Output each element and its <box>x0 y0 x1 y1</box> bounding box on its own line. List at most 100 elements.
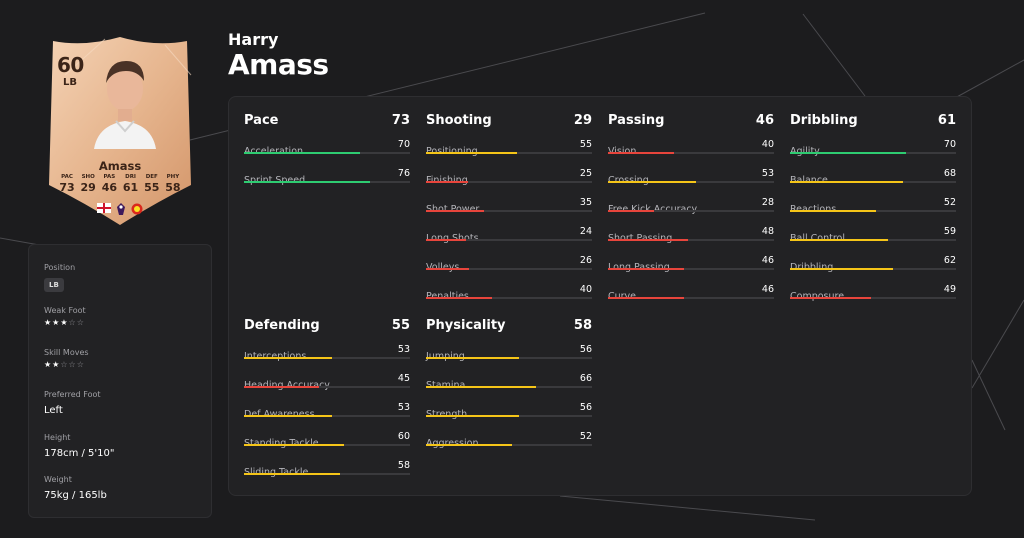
card-stat-label: PAS <box>103 174 116 180</box>
stat-row: Long Shots24 <box>426 218 592 247</box>
stat-value: 60 <box>397 431 410 442</box>
stat-bar-fill <box>608 239 688 241</box>
card-stat: PAS 46 <box>99 174 119 194</box>
preferred-foot-label: Preferred Foot <box>44 390 101 399</box>
stat-row: Finishing25 <box>426 160 592 189</box>
stat-bar-fill <box>608 152 675 154</box>
card-stat: SHO 29 <box>78 174 98 194</box>
stat-bar-fill <box>244 473 341 475</box>
weak-foot-label: Weak Foot <box>44 306 86 315</box>
stat-value: 45 <box>397 373 410 384</box>
stat-value: 46 <box>761 255 774 266</box>
stat-bar-fill <box>790 152 907 154</box>
stat-bar-track <box>244 357 410 359</box>
stat-row: Dribbling62 <box>790 247 956 276</box>
stat-value: 46 <box>761 284 774 295</box>
stat-bar-track <box>244 473 410 475</box>
stat-value: 35 <box>579 197 592 208</box>
stat-bar-track <box>790 239 956 241</box>
card-rating: 60 <box>57 53 84 77</box>
stat-bar-fill <box>426 268 470 270</box>
stat-bar-fill <box>426 415 519 417</box>
star-empty-icon: ☆ <box>68 318 77 327</box>
stat-row: Strength56 <box>426 394 592 423</box>
card-stat-label: DRI <box>125 174 136 180</box>
stat-bar-track <box>608 152 774 154</box>
stat-value: 25 <box>579 168 592 179</box>
height-label: Height <box>44 433 71 442</box>
stat-bar-track <box>244 444 410 446</box>
stat-group-defending: Defending 55 Interceptions53Heading Accura… <box>244 318 410 481</box>
stat-value: 70 <box>397 139 410 150</box>
height-value: 178cm / 5'10" <box>44 448 115 459</box>
stat-bar-fill <box>790 297 872 299</box>
player-info-panel: Position LB Weak Foot ★★★☆☆ Skill Moves … <box>28 244 212 518</box>
card-stat-label: PHY <box>166 174 180 180</box>
weak-foot-info: Weak Foot ★★★☆☆ <box>44 306 86 327</box>
stat-bar-fill <box>426 152 518 154</box>
stat-bar-fill <box>244 357 332 359</box>
stat-row: Penalties40 <box>426 276 592 305</box>
stat-bar-track <box>426 239 592 241</box>
stat-row: Reactions52 <box>790 189 956 218</box>
card-stat-label: SHO <box>81 174 95 180</box>
stat-bar-track <box>244 415 410 417</box>
stat-bar-fill <box>244 386 319 388</box>
stat-bar-track <box>608 210 774 212</box>
stat-row: Volleys26 <box>426 247 592 276</box>
card-stats: PAC 73 SHO 29 PAS 46 DRI 61 DEF 55 PHY 58 <box>57 174 183 194</box>
stat-bar-fill <box>244 152 361 154</box>
stat-value: 24 <box>579 226 592 237</box>
stat-value: 40 <box>761 139 774 150</box>
group-title: Shooting <box>426 113 492 128</box>
preferred-foot-info: Preferred Foot Left <box>44 390 101 416</box>
stat-bar-track <box>244 152 410 154</box>
stat-value: 53 <box>397 402 410 413</box>
group-value: 55 <box>391 318 410 333</box>
stat-bar-track <box>608 181 774 183</box>
stat-bar-track <box>790 181 956 183</box>
stat-bar-track <box>790 152 956 154</box>
stat-value: 76 <box>397 168 410 179</box>
stat-row: Crossing53 <box>608 160 774 189</box>
stat-bar-fill <box>790 268 893 270</box>
stat-bar-track <box>608 297 774 299</box>
star-filled-icon: ★ <box>44 318 53 327</box>
card-stat: DRI 61 <box>121 174 141 194</box>
stat-bar-track <box>244 386 410 388</box>
stat-value: 53 <box>761 168 774 179</box>
group-header: Defending 55 <box>244 318 410 336</box>
player-first-name: Harry <box>228 30 279 49</box>
card-stat-value: 46 <box>101 181 118 194</box>
card-stat-value: 61 <box>122 181 139 194</box>
stat-bar-fill <box>608 210 655 212</box>
skill-moves-info: Skill Moves ★★☆☆☆ <box>44 348 89 369</box>
stat-row: Stamina66 <box>426 365 592 394</box>
group-header: Shooting 29 <box>426 113 592 131</box>
stat-bar-fill <box>426 239 466 241</box>
stat-bar-track <box>426 386 592 388</box>
stat-row: Composure49 <box>790 276 956 305</box>
stat-bar-fill <box>426 386 536 388</box>
stat-row: Def Awareness53 <box>244 394 410 423</box>
stat-bar-track <box>790 210 956 212</box>
stat-value: 68 <box>943 168 956 179</box>
weight-info: Weight 75kg / 165lb <box>44 475 107 501</box>
group-title: Pace <box>244 113 279 128</box>
stat-value: 48 <box>761 226 774 237</box>
group-value: 73 <box>391 113 410 128</box>
stat-bar-fill <box>426 444 513 446</box>
stat-bar-track <box>426 268 592 270</box>
group-header: Pace 73 <box>244 113 410 131</box>
stat-bar-fill <box>608 268 685 270</box>
player-photo <box>94 61 156 149</box>
group-value: 46 <box>755 113 774 128</box>
stat-bar-fill <box>608 181 696 183</box>
england-flag-icon <box>97 203 111 213</box>
stat-bar-fill <box>790 239 888 241</box>
group-value: 29 <box>573 113 592 128</box>
stat-row: Short Passing48 <box>608 218 774 247</box>
weight-label: Weight <box>44 475 72 484</box>
stat-value: 52 <box>943 197 956 208</box>
stat-bar-fill <box>244 415 332 417</box>
